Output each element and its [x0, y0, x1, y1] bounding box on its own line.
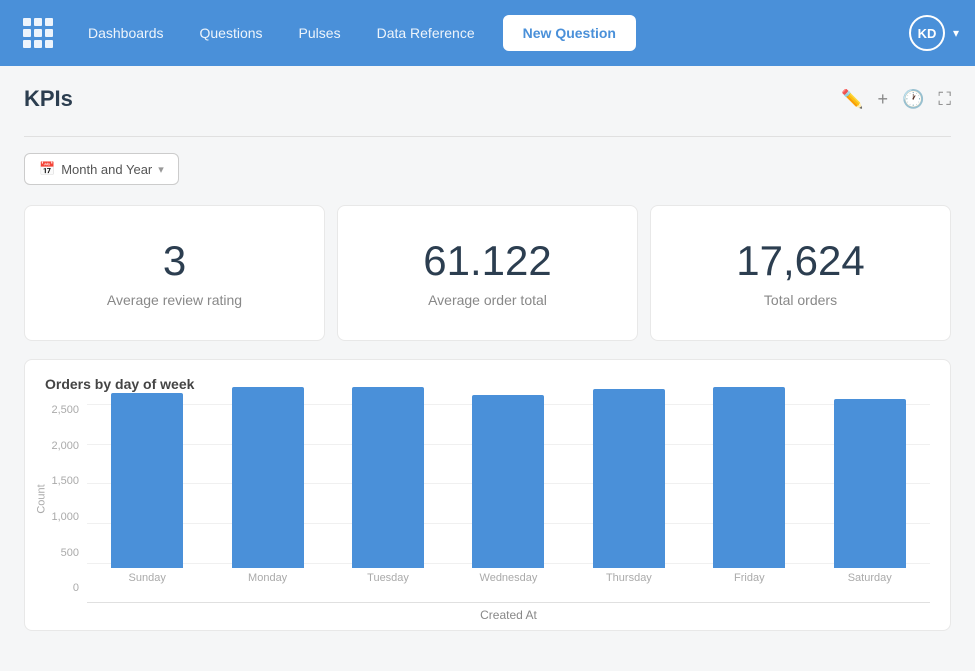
nav-dashboards[interactable]: Dashboards: [72, 17, 180, 49]
bar-label-saturday: Saturday: [848, 572, 892, 584]
avatar-chevron-icon[interactable]: ▾: [953, 26, 959, 40]
y-label-0: 0: [73, 582, 79, 594]
bar-tuesday[interactable]: [352, 387, 424, 568]
y-axis-title: Count: [36, 484, 48, 513]
fullscreen-icon[interactable]: ⛶: [938, 89, 951, 110]
new-question-button[interactable]: New Question: [503, 15, 636, 51]
chart-card: Orders by day of week Count 2,500 2,000 …: [24, 359, 951, 631]
kpi-card-0: 3 Average review rating: [24, 205, 325, 341]
header-divider: [24, 136, 951, 137]
header: Dashboards Questions Pulses Data Referen…: [0, 0, 975, 66]
filter-chevron-icon: ▾: [158, 163, 164, 176]
history-icon[interactable]: 🕐: [902, 89, 924, 110]
x-axis-label: Created At: [87, 608, 930, 622]
bar-monday[interactable]: [232, 387, 304, 568]
y-label-2500: 2,500: [51, 404, 79, 416]
main-content: KPIs ✏️ + 🕐 ⛶ 📅 Month and Year ▾ 3 Avera…: [0, 66, 975, 651]
bar-group-saturday: Saturday: [834, 399, 906, 584]
y-label-500: 500: [61, 547, 79, 559]
kpi-label-2: Total orders: [764, 292, 837, 308]
bar-thursday[interactable]: [593, 389, 665, 568]
chart-content: Sunday Monday Tuesday Wednesday Thursday Frid…: [87, 404, 930, 622]
header-right: KD ▾: [909, 15, 959, 51]
kpi-label-0: Average review rating: [107, 292, 242, 308]
kpi-label-1: Average order total: [428, 292, 547, 308]
avatar[interactable]: KD: [909, 15, 945, 51]
month-year-filter[interactable]: 📅 Month and Year ▾: [24, 153, 179, 185]
kpi-value-1: 61.122: [423, 238, 551, 284]
bar-group-wednesday: Wednesday: [472, 395, 544, 584]
add-icon[interactable]: +: [877, 89, 888, 110]
logo[interactable]: [16, 11, 60, 55]
dashboard-actions: ✏️ + 🕐 ⛶: [841, 89, 951, 110]
filter-bar: 📅 Month and Year ▾: [24, 153, 951, 185]
kpi-value-2: 17,624: [736, 238, 864, 284]
bar-group-friday: Friday: [713, 387, 785, 584]
filter-label: Month and Year: [61, 162, 152, 177]
bar-group-sunday: Sunday: [111, 393, 183, 584]
bar-sunday[interactable]: [111, 393, 183, 568]
bar-friday[interactable]: [713, 387, 785, 568]
bar-label-friday: Friday: [734, 572, 765, 584]
kpi-card-2: 17,624 Total orders: [650, 205, 951, 341]
nav-pulses[interactable]: Pulses: [283, 17, 357, 49]
nav-data-reference[interactable]: Data Reference: [361, 17, 491, 49]
kpi-row: 3 Average review rating 61.122 Average o…: [24, 205, 951, 341]
bar-label-tuesday: Tuesday: [367, 572, 409, 584]
kpi-card-1: 61.122 Average order total: [337, 205, 638, 341]
bar-label-thursday: Thursday: [606, 572, 652, 584]
edit-icon[interactable]: ✏️: [841, 89, 863, 110]
bar-group-thursday: Thursday: [593, 389, 665, 584]
dashboard-header: KPIs ✏️ + 🕐 ⛶: [24, 86, 951, 120]
bar-label-wednesday: Wednesday: [480, 572, 538, 584]
y-label-2000: 2,000: [51, 440, 79, 452]
bar-label-sunday: Sunday: [129, 572, 166, 584]
kpi-value-0: 3: [163, 238, 186, 284]
dashboard-title: KPIs: [24, 86, 73, 112]
chart-title: Orders by day of week: [45, 376, 930, 392]
calendar-icon: 📅: [39, 161, 55, 177]
bar-group-monday: Monday: [232, 387, 304, 584]
header-nav: Dashboards Questions Pulses Data Referen…: [72, 15, 909, 51]
bar-wednesday[interactable]: [472, 395, 544, 568]
bar-saturday[interactable]: [834, 399, 906, 568]
y-label-1000: 1,000: [51, 511, 79, 523]
nav-questions[interactable]: Questions: [184, 17, 279, 49]
bar-label-monday: Monday: [248, 572, 287, 584]
bars-container: Sunday Monday Tuesday Wednesday Thursday Frid…: [87, 404, 930, 604]
bar-group-tuesday: Tuesday: [352, 387, 424, 584]
y-label-1500: 1,500: [51, 475, 79, 487]
